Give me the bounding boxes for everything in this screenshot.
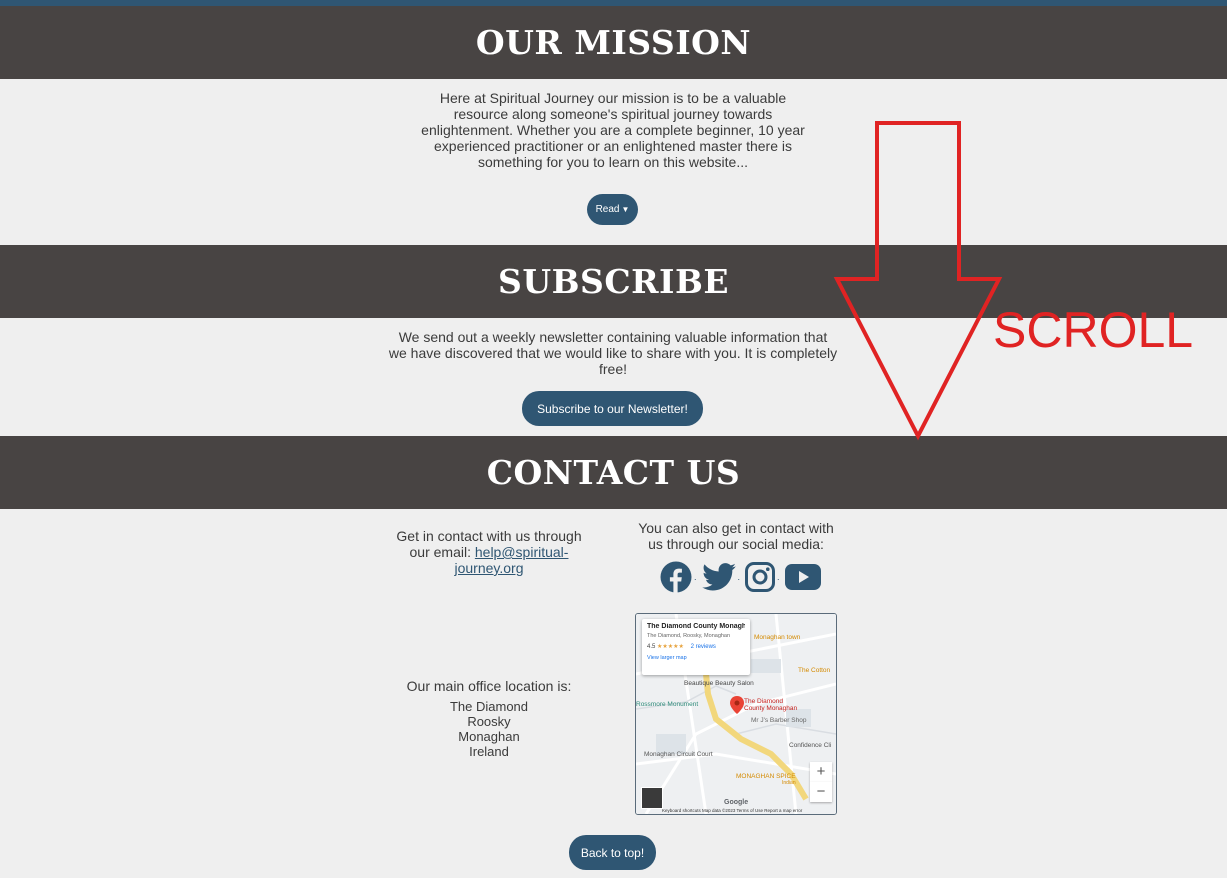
office-label: Our main office location is:	[406, 678, 572, 694]
map-pin-icon[interactable]	[730, 696, 744, 714]
address-line: The Diamond	[449, 699, 529, 714]
embedded-map[interactable]: The Diamond County Monagh... The Diamond…	[635, 613, 837, 815]
subscribe-text: We send out a weekly newsletter containi…	[388, 329, 838, 377]
view-larger-map-link[interactable]: View larger map	[647, 655, 745, 661]
rating-value: 4.5	[647, 644, 656, 650]
social-media-text: You can also get in contact with us thro…	[638, 520, 834, 552]
facebook-icon[interactable]	[660, 561, 692, 593]
map-poi-label: Monaghan Circuit Court	[644, 751, 713, 758]
map-card-title: The Diamond County Monagh...	[647, 623, 745, 630]
map-poi-label: Rossmore Monument	[636, 701, 699, 708]
map-poi-label: Indian	[782, 780, 796, 786]
scroll-annotation-text: SCROLL	[993, 302, 1194, 358]
map-place-card: The Diamond County Monagh... The Diamond…	[642, 619, 750, 675]
social-icons: . . .	[660, 561, 821, 593]
address-line: Monaghan	[458, 729, 520, 744]
caret-down-icon: ▼	[621, 205, 630, 214]
reviews-link[interactable]: 2 reviews	[691, 644, 716, 650]
rating-stars: ★★★★★	[657, 644, 684, 650]
contact-heading: CONTACT US	[486, 453, 741, 492]
separator: .	[737, 571, 741, 582]
google-logo: Google	[724, 799, 749, 806]
instagram-icon[interactable]	[745, 562, 776, 592]
separator: .	[777, 571, 780, 582]
map-poi-label: Monaghan town	[754, 634, 801, 641]
back-to-top-button[interactable]: Back to top!	[569, 835, 656, 870]
mission-text: Here at Spiritual Journey our mission is…	[421, 90, 805, 170]
subscribe-newsletter-button[interactable]: Subscribe to our Newsletter!	[522, 391, 703, 426]
address-line: Ireland	[469, 744, 509, 759]
youtube-icon[interactable]	[784, 564, 821, 590]
map-poi-label: Confidence Cli	[789, 742, 832, 749]
office-address: Our main office location is: The Diamond…	[389, 678, 589, 760]
mission-header-band: OUR MISSION	[0, 6, 1227, 79]
read-more-button[interactable]: Read ▼	[587, 194, 638, 225]
twitter-icon[interactable]	[701, 563, 736, 591]
map-place-label: The Diamond County Monaghan	[744, 698, 798, 712]
read-more-label: Read	[595, 204, 620, 215]
mission-heading: OUR MISSION	[475, 23, 752, 62]
separator: .	[694, 571, 697, 582]
zoom-out-button[interactable]: −	[810, 782, 832, 802]
street-view-thumbnail[interactable]	[641, 787, 663, 809]
map-poi-label: Mr J's Barber Shop	[751, 717, 807, 724]
address-line: Roosky	[467, 714, 511, 729]
contact-header-band: CONTACT US	[0, 436, 1227, 509]
map-poi-label: Beautique Beauty Salon	[684, 680, 754, 687]
subscribe-heading: SUBSCRIBE	[497, 262, 729, 301]
email-contact-text: Get in contact with us through our email…	[389, 528, 589, 576]
map-poi-label: MONAGHAN SPICE	[736, 773, 796, 780]
map-footer: Keyboard shortcuts Map data ©2023 Terms …	[662, 808, 803, 813]
zoom-in-button[interactable]: +	[810, 762, 832, 782]
map-card-subtitle: The Diamond, Roosky, Monaghan	[647, 633, 731, 639]
map-poi-label: The Cotton	[798, 667, 831, 674]
map-card-rating: 4.5 ★★★★★ 2 reviews	[647, 643, 745, 650]
